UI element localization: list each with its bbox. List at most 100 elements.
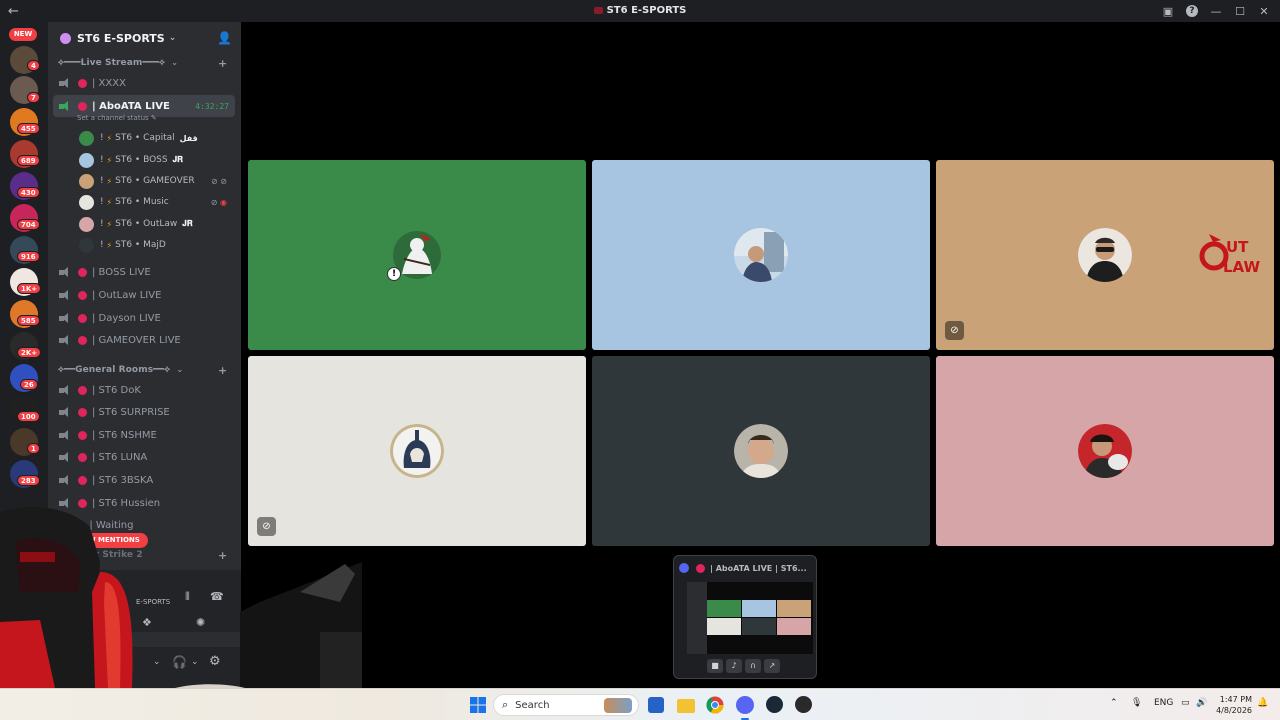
- server-badge: 430: [17, 187, 40, 198]
- help-icon[interactable]: ?: [1186, 5, 1198, 17]
- chevron-down-icon[interactable]: ⌄: [191, 657, 199, 667]
- channel-status-prompt[interactable]: Set a channel status ✎: [77, 114, 157, 122]
- store-icon[interactable]: [648, 697, 664, 713]
- volume-icon[interactable]: 🔊: [1196, 698, 1207, 708]
- app-icon[interactable]: [795, 696, 812, 713]
- soundboard-icon[interactable]: ✺: [196, 616, 205, 629]
- voice-channel-boss[interactable]: | BOSS LIVE: [53, 261, 235, 283]
- live-dot-icon: [78, 452, 87, 462]
- disconnect-icon[interactable]: ☎: [210, 590, 224, 603]
- server-badge: 916: [17, 251, 40, 262]
- headphones-icon[interactable]: 🎧: [172, 655, 187, 669]
- channel-label: | ST6 SURPRISE: [92, 406, 170, 418]
- create-channel-icon[interactable]: +: [218, 57, 227, 70]
- new-mentions-pill[interactable]: 37 NEW MENTIONS: [57, 533, 148, 548]
- avatar: [79, 216, 94, 232]
- close-button[interactable]: ✕: [1252, 5, 1276, 18]
- video-tile-boss[interactable]: [592, 160, 930, 350]
- category-hidden[interactable]: Counter Strike 2 +: [58, 549, 227, 564]
- avatar: [79, 152, 94, 168]
- category-label: Counter Strike 2: [58, 550, 143, 560]
- user-tag: قفل: [179, 133, 198, 143]
- search-highlight-image: [604, 698, 632, 713]
- discord-icon[interactable]: [736, 696, 754, 714]
- voice-connected-label: ice: [56, 585, 68, 594]
- voice-channel-luna[interactable]: | ST6 LUNA: [53, 446, 235, 468]
- taskbar-clock[interactable]: 1:47 PM 4/8/2026: [1216, 694, 1252, 716]
- taskbar-search[interactable]: ⌕ Search: [493, 694, 639, 716]
- picture-in-picture-window[interactable]: | AboATA LIVE | ST6... ■ ♪ ∩ ↗: [673, 555, 817, 679]
- voice-channel-hussien[interactable]: | ST6 Hussien: [53, 492, 235, 514]
- channel-label: | BOSS LIVE: [92, 266, 151, 278]
- gear-icon[interactable]: ⚙: [209, 654, 221, 669]
- invite-people-icon[interactable]: 👤: [217, 31, 232, 45]
- channel-label: | ST6 Hussien: [92, 497, 161, 509]
- minimize-button[interactable]: —: [1204, 5, 1228, 18]
- voice-user[interactable]: ! ⚡ ST6 • GAMEOVER ⊘ ⊘: [79, 171, 239, 191]
- voice-user[interactable]: ! ⚡ ST6 • Capital قفل: [79, 128, 239, 148]
- voice-user[interactable]: ! ⚡ ST6 • OutLaw 𝐉𝐑: [79, 214, 239, 234]
- voice-user[interactable]: ! ⚡ ST6 • Music ⊘ ◉: [79, 192, 239, 212]
- create-channel-icon[interactable]: +: [218, 364, 227, 377]
- voice-channel-dayson[interactable]: | Dayson LIVE: [53, 307, 235, 329]
- speaker-icon: [59, 289, 72, 301]
- server-header[interactable]: ST6 E-SPORTS ⌄ 👤: [48, 22, 241, 54]
- category-label: ⟡━━General Rooms━━⟡: [58, 365, 171, 375]
- chevron-down-icon: ⌄: [171, 58, 179, 67]
- video-tile-outlaw[interactable]: UT LAW ⊘: [936, 160, 1274, 350]
- chevron-down-icon: ⌄: [176, 365, 184, 374]
- return-to-call-icon[interactable]: ↗: [764, 659, 780, 673]
- channel-label: | ST6 NSHME: [92, 429, 157, 441]
- camera-icon[interactable]: ■: [707, 659, 723, 673]
- user-tag: 𝐉𝐑: [172, 155, 183, 164]
- file-explorer-icon[interactable]: [677, 699, 695, 713]
- video-tile-user6[interactable]: [936, 356, 1274, 546]
- voice-channel-surprise[interactable]: | ST6 SURPRISE: [53, 401, 235, 423]
- noise-suppression-icon[interactable]: ⦀: [185, 590, 190, 604]
- pencil-icon: ✎: [150, 114, 157, 122]
- voice-channel-dok[interactable]: | ST6 DoK: [53, 379, 235, 401]
- speaker-icon: [59, 519, 72, 531]
- notification-bell-icon[interactable]: 🔔: [1257, 698, 1268, 708]
- inbox-icon[interactable]: ▣: [1156, 5, 1180, 18]
- microphone-icon[interactable]: ♪: [726, 659, 742, 673]
- chevron-up-icon[interactable]: ⌃: [1110, 698, 1118, 708]
- voice-user[interactable]: ! ⚡ ST6 • MajD: [79, 235, 239, 255]
- video-tile-user5[interactable]: [592, 356, 930, 546]
- search-icon: ⌕: [502, 698, 509, 711]
- windows-start-icon[interactable]: [469, 696, 487, 714]
- create-channel-icon[interactable]: +: [218, 549, 227, 562]
- voice-channel-nshme[interactable]: | ST6 NSHME: [53, 424, 235, 446]
- user-name: ST6 • Capital: [115, 133, 175, 143]
- server-badge: 1: [27, 443, 40, 454]
- steam-icon[interactable]: [766, 696, 783, 713]
- new-badge[interactable]: NEW: [9, 28, 37, 41]
- pip-title: | AboATA LIVE | ST6...: [710, 563, 807, 573]
- speaker-icon: [59, 266, 72, 278]
- category-live-stream[interactable]: ⟡━━━Live Stream━━━⟡ ⌄ +: [58, 57, 227, 72]
- channel-label: | Dayson LIVE: [92, 312, 161, 324]
- headphones-icon[interactable]: ∩: [745, 659, 761, 673]
- voice-channel-xxxx[interactable]: | XXXX: [53, 72, 235, 94]
- voice-channel-gameover[interactable]: | GAMEOVER LIVE: [53, 329, 235, 351]
- maximize-button[interactable]: ☐: [1228, 5, 1252, 18]
- live-dot-icon: [78, 475, 87, 485]
- voice-channel-3bska[interactable]: | ST6 3BSKA: [53, 469, 235, 491]
- chrome-icon[interactable]: [706, 696, 724, 714]
- flame-icon: ⚡: [106, 240, 113, 250]
- video-tile-capital[interactable]: !: [248, 160, 586, 350]
- network-icon[interactable]: ▭: [1181, 698, 1190, 708]
- window-title: ST6 E-SPORTS: [606, 5, 687, 16]
- voice-user[interactable]: ! ⚡ ST6 • BOSS 𝐉𝐑: [79, 150, 239, 170]
- channel-label: | AboATA LIVE: [92, 100, 170, 112]
- category-general-rooms[interactable]: ⟡━━General Rooms━━⟡ ⌄ +: [58, 364, 227, 379]
- activities-icon[interactable]: ❖: [142, 616, 152, 629]
- microphone-icon[interactable]: 🎙: [1131, 698, 1142, 708]
- chevron-down-icon[interactable]: ⌄: [153, 657, 161, 667]
- avatar: [390, 424, 444, 478]
- speaker-icon: [59, 77, 72, 89]
- voice-channel-outlaw[interactable]: | OutLaw LIVE: [53, 284, 235, 306]
- video-tile-music[interactable]: ⊘: [248, 356, 586, 546]
- flame-icon: ⚡: [106, 133, 113, 143]
- language-indicator[interactable]: ENG: [1154, 698, 1173, 708]
